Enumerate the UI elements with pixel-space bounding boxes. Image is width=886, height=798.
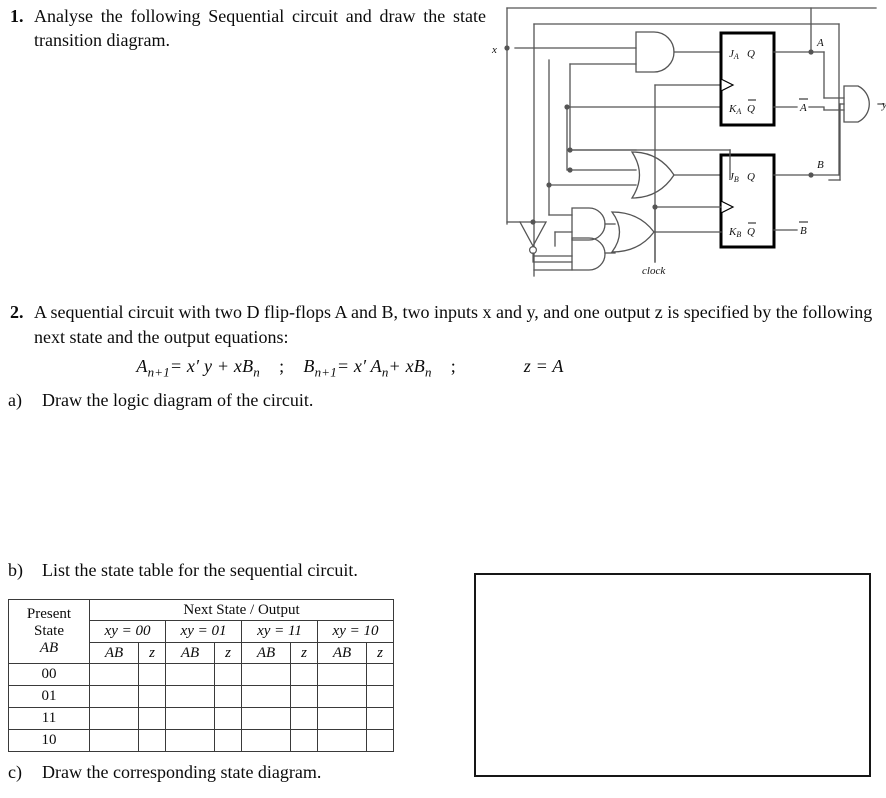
cell-3-5[interactable] — [290, 729, 318, 752]
sub-header-ab-0: AB — [89, 642, 139, 664]
cell-1-5[interactable] — [290, 685, 318, 708]
cell-1-3[interactable] — [214, 685, 242, 708]
table-header-row-1: Present State AB Next State / Output — [8, 599, 394, 664]
question-2-row: 2. A sequential circuit with two D flip-… — [6, 300, 882, 350]
next-state-output-header: Next State / Output — [89, 599, 394, 621]
question-2-block: 2. A sequential circuit with two D flip-… — [6, 300, 882, 350]
sub-item-a-label: a) — [8, 390, 22, 410]
cell-3-6[interactable] — [317, 729, 367, 752]
state-table-container: Present State AB Next State / Output xy … — [8, 599, 394, 752]
cell-1-2[interactable] — [165, 685, 215, 708]
cell-1-4[interactable] — [241, 685, 291, 708]
cell-2-5[interactable] — [290, 707, 318, 730]
sequential-circuit-diagram: x clock y JA KA Q Q JB KB Q Q A A B B — [484, 0, 886, 282]
present-state-header: Present State AB — [8, 599, 90, 664]
question-1-text: Analyse the following Sequential circuit… — [34, 6, 486, 50]
sub-item-b-text: List the state table for the sequential … — [42, 560, 358, 580]
cell-1-1[interactable] — [138, 685, 166, 708]
sub-header-z-0: z — [138, 642, 166, 664]
sub-header-ab-3: AB — [317, 642, 367, 664]
sub-item-a: a) Draw the logic diagram of the circuit… — [0, 388, 313, 412]
cell-3-1[interactable] — [138, 729, 166, 752]
present-state-value-2: 11 — [8, 707, 90, 730]
circuit-label-clock: clock — [642, 265, 666, 277]
cell-0-6[interactable] — [317, 663, 367, 686]
worksheet-page: 1. Analyse the following Sequential circ… — [0, 0, 886, 798]
input-group-header-3: xy = 10 — [317, 620, 394, 643]
table-row: 00 — [8, 663, 394, 686]
cell-0-4[interactable] — [241, 663, 291, 686]
cell-0-0[interactable] — [89, 663, 139, 686]
present-state-line2: State — [34, 623, 64, 639]
input-group-header-2: xy = 11 — [241, 620, 318, 643]
sub-header-z-3: z — [366, 642, 394, 664]
input-group-header-1: xy = 01 — [165, 620, 242, 643]
cell-2-6[interactable] — [317, 707, 367, 730]
circuit-output-a: A — [816, 37, 824, 49]
cell-3-0[interactable] — [89, 729, 139, 752]
circuit-output-abar: A — [799, 102, 807, 114]
question-1-number: 1. — [10, 6, 24, 26]
cell-2-3[interactable] — [214, 707, 242, 730]
circuit-output-bbar: B — [800, 225, 807, 237]
cell-2-4[interactable] — [241, 707, 291, 730]
question-2-number: 2. — [10, 302, 24, 322]
cell-0-7[interactable] — [366, 663, 394, 686]
cell-1-6[interactable] — [317, 685, 367, 708]
cell-3-2[interactable] — [165, 729, 215, 752]
equation-b-next: Bn+1= x′ An+ xBn — [303, 356, 432, 380]
cell-2-2[interactable] — [165, 707, 215, 730]
sub-item-c: c) Draw the corresponding state diagram. — [0, 760, 321, 784]
ff-b-qbar-label: Q — [747, 226, 755, 238]
circuit-output-b: B — [817, 159, 824, 171]
sub-item-a-text: Draw the logic diagram of the circuit. — [42, 390, 314, 410]
input-group-header-0: xy = 00 — [89, 620, 166, 643]
present-state-value-0: 00 — [8, 663, 90, 686]
ff-b-q-label: Q — [747, 171, 755, 183]
present-state-line3: AB — [39, 640, 59, 656]
sub-header-z-1: z — [214, 642, 242, 664]
sub-item-b-label: b) — [8, 560, 23, 580]
equation-a-next: An+1= x′ y + xBn — [136, 356, 260, 380]
equation-output-z: z = A — [523, 356, 564, 376]
sub-item-c-text: Draw the corresponding state diagram. — [42, 762, 322, 782]
circuit-label-y: y — [881, 99, 886, 111]
cell-2-0[interactable] — [89, 707, 139, 730]
circuit-label-x: x — [491, 44, 497, 56]
state-table: Present State AB Next State / Output xy … — [8, 599, 394, 752]
cell-0-1[interactable] — [138, 663, 166, 686]
question-1-row: 1. Analyse the following Sequential circ… — [6, 4, 486, 52]
cell-2-7[interactable] — [366, 707, 394, 730]
cell-0-3[interactable] — [214, 663, 242, 686]
cell-3-7[interactable] — [366, 729, 394, 752]
cell-0-5[interactable] — [290, 663, 318, 686]
cell-3-4[interactable] — [241, 729, 291, 752]
sub-header-ab-1: AB — [165, 642, 215, 664]
sub-item-b: b) List the state table for the sequenti… — [0, 558, 358, 582]
ff-a-q-label: Q — [747, 48, 755, 60]
present-state-value-3: 10 — [8, 729, 90, 752]
present-state-line1: Present — [26, 606, 72, 622]
next-state-equations: An+1= x′ y + xBn ; Bn+1= x′ An+ xBn ; z … — [0, 356, 700, 381]
sub-item-c-label: c) — [8, 762, 22, 782]
table-row: 11 — [8, 707, 394, 730]
present-state-value-1: 01 — [8, 685, 90, 708]
table-row: 10 — [8, 729, 394, 752]
question-2-text: A sequential circuit with two D flip-flo… — [34, 302, 873, 347]
cell-3-3[interactable] — [214, 729, 242, 752]
cell-1-0[interactable] — [89, 685, 139, 708]
sub-header-z-2: z — [290, 642, 318, 664]
answer-box[interactable] — [474, 573, 871, 777]
sub-header-ab-2: AB — [241, 642, 291, 664]
ff-a-qbar-label: Q — [747, 103, 755, 115]
cell-0-2[interactable] — [165, 663, 215, 686]
equation-separator-1: ; — [279, 356, 285, 376]
table-row: 01 — [8, 685, 394, 708]
question-1-block: 1. Analyse the following Sequential circ… — [6, 4, 486, 52]
equation-separator-2: ; — [450, 356, 456, 376]
cell-2-1[interactable] — [138, 707, 166, 730]
cell-1-7[interactable] — [366, 685, 394, 708]
